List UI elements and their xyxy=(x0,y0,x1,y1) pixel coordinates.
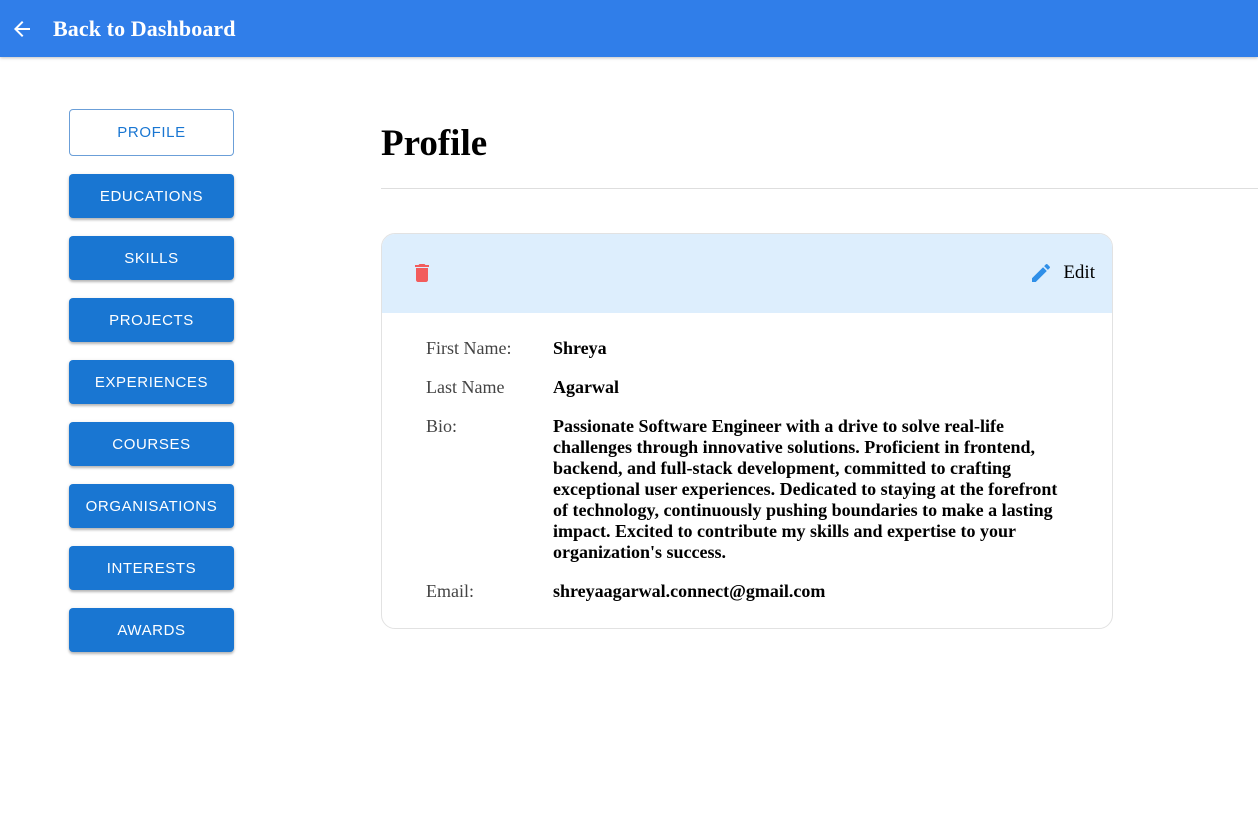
sidebar-item-label: PROFILE xyxy=(117,124,186,141)
email-value: shreyaagarwal.connect@gmail.com xyxy=(553,581,826,601)
email-row: Email: shreyaagarwal.connect@gmail.com xyxy=(426,581,1076,602)
sidebar-item-projects[interactable]: PROJECTS xyxy=(69,298,234,342)
back-to-dashboard-button[interactable]: Back to Dashboard xyxy=(0,0,236,57)
sidebar-item-label: COURSES xyxy=(112,435,191,453)
last-name-value: Agarwal xyxy=(553,377,619,397)
sidebar-item-label: AWARDS xyxy=(117,621,186,639)
top-app-bar: Back to Dashboard xyxy=(0,0,1258,57)
sidebar-item-experiences[interactable]: EXPERIENCES xyxy=(69,360,234,404)
edit-button[interactable]: Edit xyxy=(1029,261,1095,285)
first-name-row: First Name: Shreya xyxy=(426,338,1076,377)
section-sidebar: PROFILE EDUCATIONS SKILLS PROJECTS EXPER… xyxy=(69,109,234,670)
sidebar-item-label: SKILLS xyxy=(124,249,179,267)
sidebar-item-label: PROJECTS xyxy=(109,311,194,329)
sidebar-item-courses[interactable]: COURSES xyxy=(69,422,234,466)
back-to-dashboard-label: Back to Dashboard xyxy=(53,15,236,41)
last-name-row: Last Name Agarwal xyxy=(426,377,1076,416)
arrow-left-icon xyxy=(10,17,34,41)
sidebar-item-interests[interactable]: INTERESTS xyxy=(69,546,234,590)
first-name-value: Shreya xyxy=(553,338,607,358)
sidebar-item-skills[interactable]: SKILLS xyxy=(69,236,234,280)
bio-row: Bio: Passionate Software Engineer with a… xyxy=(426,416,1076,563)
edit-label: Edit xyxy=(1063,262,1095,283)
page-title: Profile xyxy=(381,123,488,164)
delete-button[interactable] xyxy=(410,261,434,285)
pencil-icon xyxy=(1029,261,1053,285)
trash-icon xyxy=(410,264,434,289)
sidebar-item-organisations[interactable]: ORGANISATIONS xyxy=(69,484,234,528)
sidebar-item-label: ORGANISATIONS xyxy=(85,497,218,515)
first-name-label: First Name: xyxy=(426,338,512,358)
sidebar-item-awards[interactable]: AWARDS xyxy=(69,608,234,652)
sidebar-item-educations[interactable]: EDUCATIONS xyxy=(69,174,234,218)
profile-details: First Name: Shreya Last Name Agarwal Bio… xyxy=(426,338,1076,602)
email-label: Email: xyxy=(426,581,474,601)
sidebar-item-label: INTERESTS xyxy=(106,559,197,577)
bio-label: Bio: xyxy=(426,416,458,436)
sidebar-item-label: EXPERIENCES xyxy=(94,373,209,391)
bio-value: Passionate Software Engineer with a driv… xyxy=(553,416,1058,562)
title-divider xyxy=(381,188,1258,189)
card-header: Edit xyxy=(382,234,1112,313)
sidebar-item-profile[interactable]: PROFILE xyxy=(69,109,234,156)
main-content: Profile Edit First Name: Shreya Last Nam… xyxy=(381,109,1258,629)
last-name-label: Last Name xyxy=(426,377,505,397)
sidebar-item-label: EDUCATIONS xyxy=(99,187,204,205)
profile-card: Edit First Name: Shreya Last Name Agarwa… xyxy=(381,233,1113,629)
